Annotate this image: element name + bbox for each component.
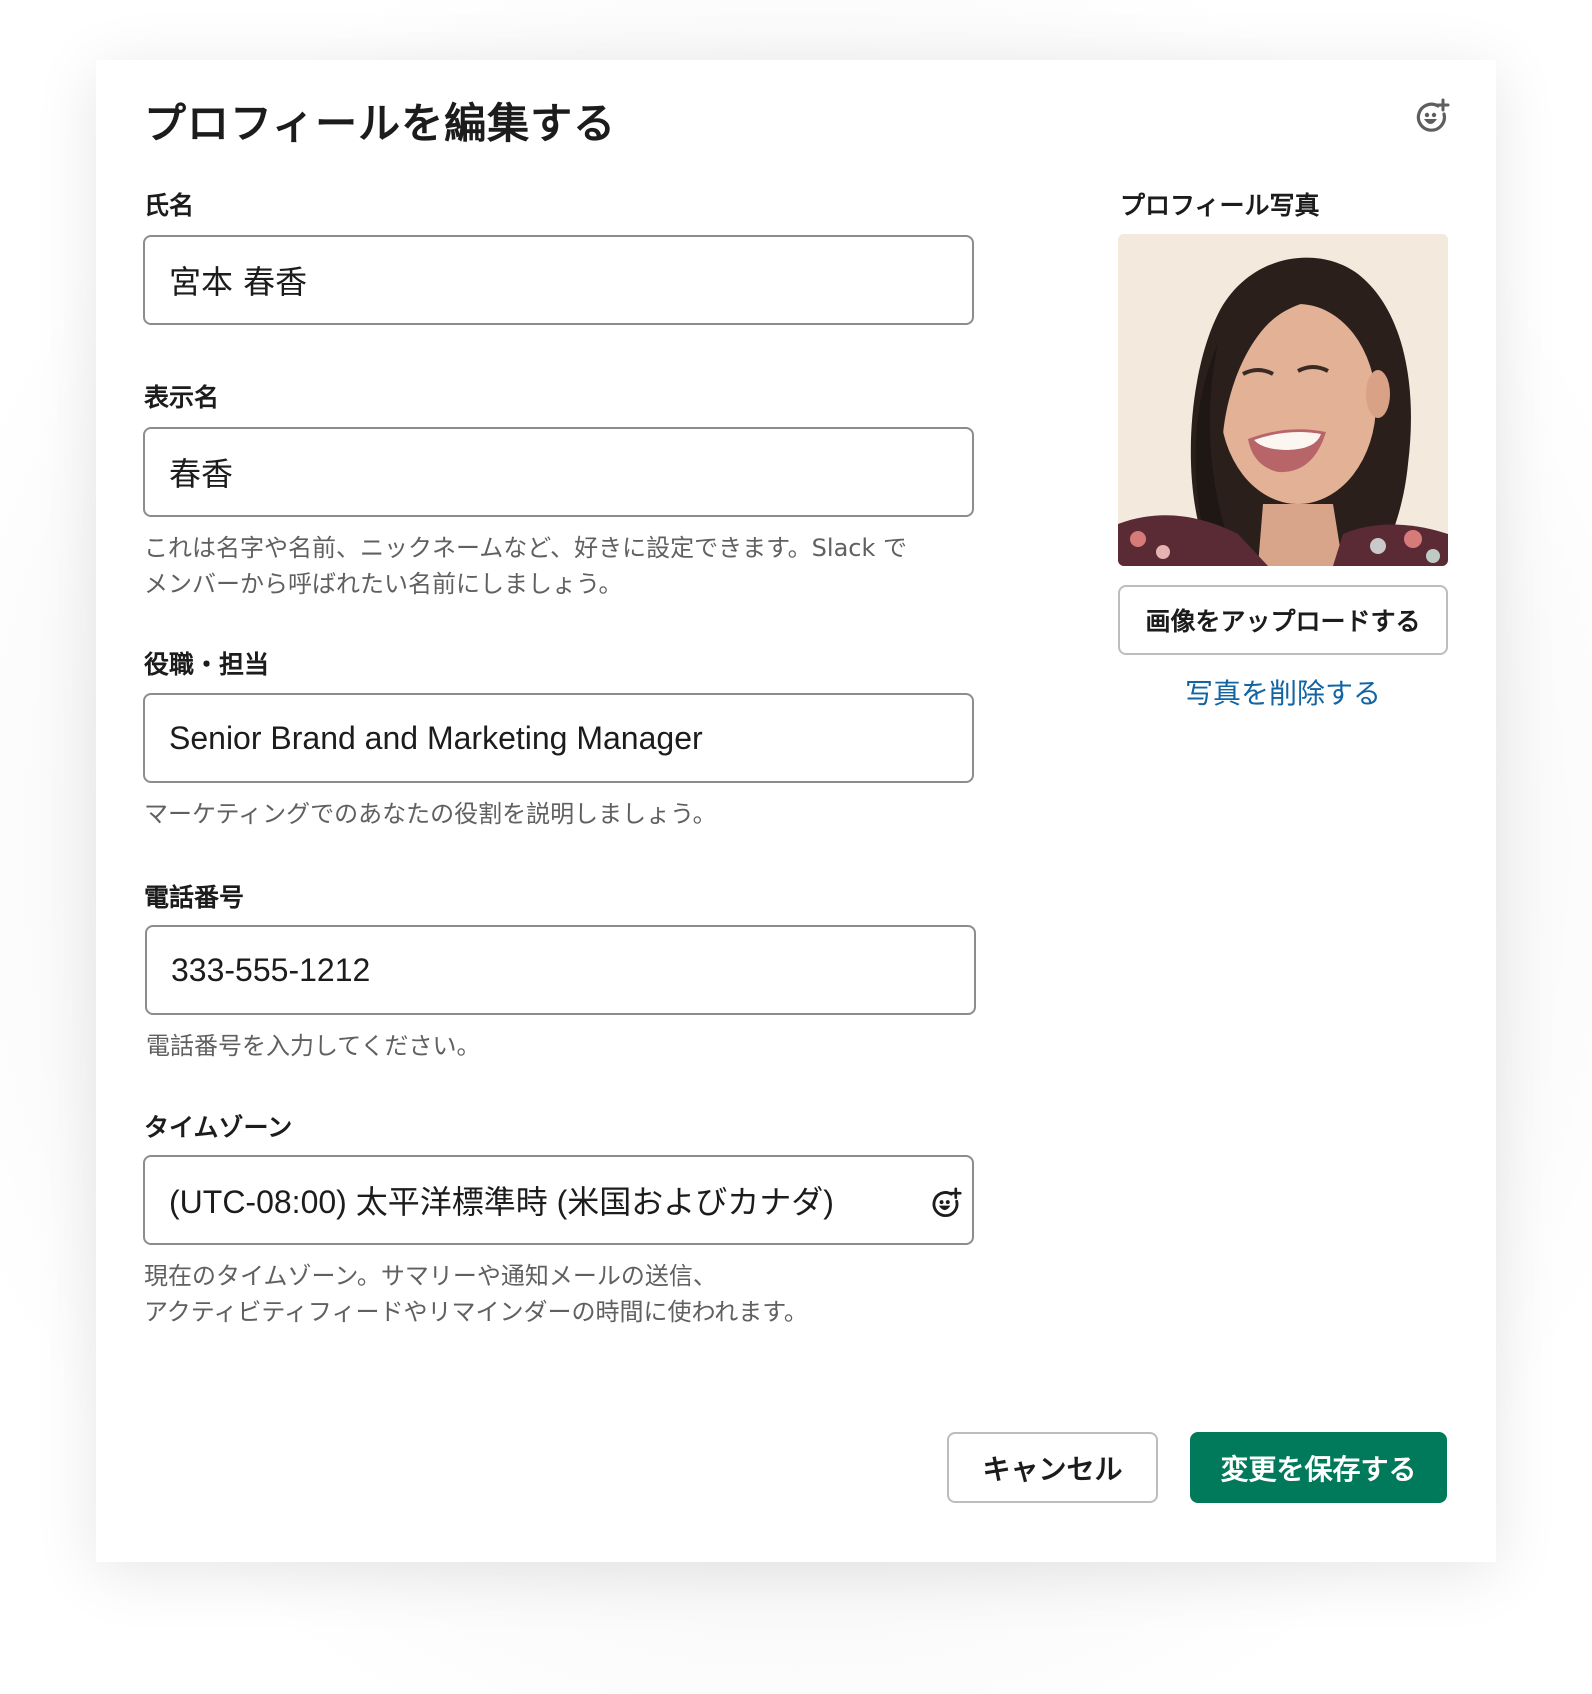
emoji-add-icon[interactable] <box>1414 98 1450 134</box>
display-name-help: これは名字や名前、ニックネームなど、好きに設定できます。Slack で メンバー… <box>144 530 1004 602</box>
timezone-help-line1: 現在のタイムゾーン。サマリーや通知メールの送信、 <box>144 1262 717 1290</box>
timezone-select[interactable]: (UTC-08:00) 太平洋標準時 (米国およびカナダ) <box>143 1155 974 1245</box>
title-input[interactable]: Senior Brand and Marketing Manager <box>143 693 974 783</box>
display-name-label: 表示名 <box>144 383 220 412</box>
title-value: Senior Brand and Marketing Manager <box>169 719 703 756</box>
title-label: 役職・担当 <box>144 650 270 679</box>
dialog-title: プロフィールを編集する <box>144 99 617 148</box>
timezone-help: 現在のタイムゾーン。サマリーや通知メールの送信、 アクティビティフィードやリマイ… <box>144 1258 1004 1330</box>
display-name-help-line1: これは名字や名前、ニックネームなど、好きに設定できます。Slack で <box>144 534 908 562</box>
profile-photo <box>1118 234 1448 566</box>
save-changes-button[interactable]: 変更を保存する <box>1190 1432 1447 1503</box>
upload-image-button[interactable]: 画像をアップロードする <box>1118 585 1448 655</box>
edit-profile-dialog: プロフィールを編集する 氏名 宮本 春香 表示名 春香 これは名字や名前、ニック… <box>96 60 1496 1562</box>
phone-input[interactable]: 333-555-1212 <box>145 925 976 1015</box>
phone-label: 電話番号 <box>144 883 245 912</box>
display-name-help-line2: メンバーから呼ばれたい名前にしましょう。 <box>144 570 623 598</box>
display-name-input[interactable]: 春香 <box>143 427 974 517</box>
phone-value: 333-555-1212 <box>171 951 371 988</box>
full-name-value: 宮本 春香 <box>169 263 308 301</box>
phone-help: 電話番号を入力してください。 <box>146 1032 481 1060</box>
emoji-add-icon[interactable] <box>930 1187 962 1219</box>
display-name-value: 春香 <box>169 455 234 493</box>
timezone-value: (UTC-08:00) 太平洋標準時 (米国およびカナダ) <box>169 1184 834 1220</box>
title-help: マーケティングでのあなたの役割を説明しましょう。 <box>144 800 717 828</box>
cancel-button[interactable]: キャンセル <box>947 1432 1158 1503</box>
profile-photo-label: プロフィール写真 <box>1120 191 1320 220</box>
full-name-input[interactable]: 宮本 春香 <box>143 235 974 325</box>
timezone-label: タイムゾーン <box>144 1113 293 1142</box>
timezone-help-line2: アクティビティフィードやリマインダーの時間に使われます。 <box>144 1298 808 1326</box>
remove-photo-link[interactable]: 写真を削除する <box>1118 672 1448 712</box>
full-name-label: 氏名 <box>144 191 195 220</box>
